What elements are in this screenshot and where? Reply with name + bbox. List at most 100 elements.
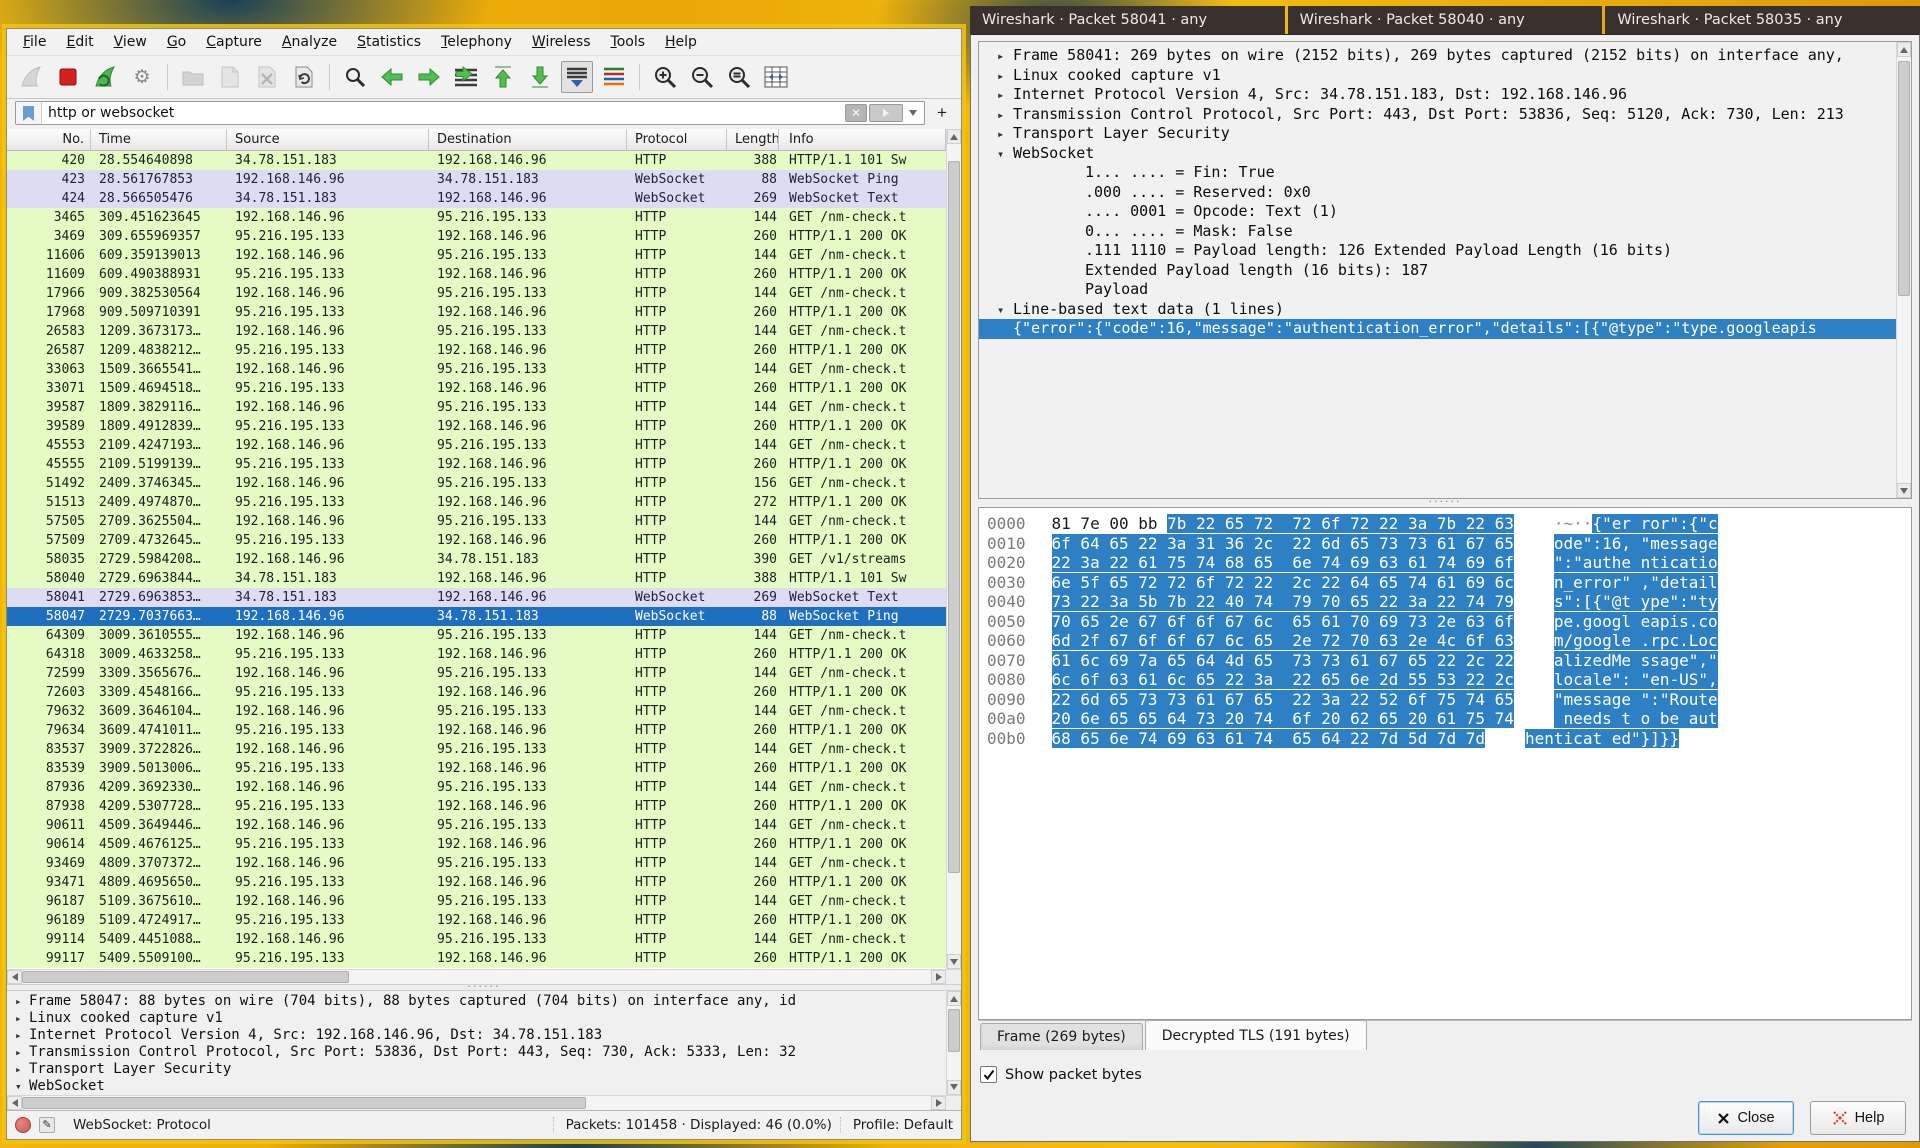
tree-row[interactable]: .000 .... = Reserved: 0x0 [979, 183, 1911, 203]
reload-file-button[interactable] [288, 61, 320, 93]
scroll-thumb[interactable] [948, 1009, 960, 1052]
filter-dropdown-button[interactable] [905, 104, 921, 122]
packet-row[interactable]: 33071 1509.4694518… 95.216.195.133 192.1… [7, 379, 946, 398]
hex-row[interactable]: 00b068 65 6e 74 69 63 61 74 65 64 22 7d … [987, 729, 1911, 749]
packet-row[interactable]: 87938 4209.5307728… 95.216.195.133 192.1… [7, 797, 946, 816]
detail-tree-hscrollbar[interactable] [7, 1095, 961, 1110]
packet-row[interactable]: 26587 1209.4838212… 95.216.195.133 192.1… [7, 341, 946, 360]
expand-arrow-icon[interactable]: ▸ [997, 86, 1013, 105]
hex-dump-pane[interactable]: 000081 7e 00 bb 7b 22 65 72 72 6f 72 22 … [978, 507, 1912, 1020]
scroll-thumb[interactable] [22, 1097, 586, 1109]
menu-item[interactable]: View [104, 30, 157, 54]
scroll-thumb[interactable] [22, 971, 349, 983]
column-header[interactable]: Length [727, 129, 779, 150]
packet-row[interactable]: 99114 5409.4451088… 192.168.146.96 95.21… [7, 930, 946, 949]
packet-row[interactable]: 11606 609.359139013 192.168.146.96 95.21… [7, 246, 946, 265]
tree-row[interactable]: ▸Transport Layer Security [7, 1061, 945, 1078]
tree-row[interactable]: .111 1110 = Payload length: 126 Extended… [979, 241, 1911, 261]
packet-row[interactable]: 58041 2729.6963853… 34.78.151.183 192.16… [7, 588, 946, 607]
column-header[interactable]: Destination [429, 129, 627, 150]
restart-capture-button[interactable] [89, 61, 121, 93]
tree-row[interactable]: ▸Transmission Control Protocol, Src Port… [979, 105, 1911, 125]
hex-row[interactable]: 00a020 6e 65 65 64 73 20 74 6f 20 62 65 … [987, 709, 1911, 729]
expand-arrow-icon[interactable]: ▸ [997, 47, 1013, 66]
first-packet-button[interactable] [487, 61, 519, 93]
packet-row[interactable]: 64318 3009.4633258… 95.216.195.133 192.1… [7, 645, 946, 664]
packet-row[interactable]: 72599 3309.3565676… 192.168.146.96 95.21… [7, 664, 946, 683]
menu-item[interactable]: Help [655, 30, 707, 54]
close-file-button[interactable] [251, 61, 283, 93]
filter-add-button[interactable]: + [931, 102, 953, 124]
hex-row[interactable]: 005070 65 2e 67 6f 6f 67 6c 65 61 70 69 … [987, 612, 1911, 632]
tree-row[interactable]: ▸Internet Protocol Version 4, Src: 192.1… [7, 1027, 945, 1044]
colorize-button[interactable] [598, 61, 630, 93]
pane-splitter[interactable]: ······ [7, 984, 961, 991]
detail-tree-vscrollbar[interactable] [946, 991, 961, 1095]
menu-item[interactable]: Edit [56, 30, 103, 54]
packet-row[interactable]: 51492 2409.3746345… 192.168.146.96 95.21… [7, 474, 946, 493]
tree-row[interactable]: ▾WebSocket [7, 1078, 945, 1095]
packet-row[interactable]: 83537 3909.3722826… 192.168.146.96 95.21… [7, 740, 946, 759]
dialog-tree-vscrollbar[interactable] [1896, 42, 1911, 498]
scroll-down-button[interactable] [947, 1080, 961, 1095]
column-header[interactable]: No. [7, 129, 91, 150]
column-header[interactable]: Info [779, 129, 946, 150]
expand-arrow-icon[interactable]: ▸ [15, 1027, 29, 1044]
packet-row[interactable]: 93471 4809.4695650… 95.216.195.133 192.1… [7, 873, 946, 892]
packet-row[interactable]: 64309 3009.3610555… 192.168.146.96 95.21… [7, 626, 946, 645]
packet-row[interactable]: 3469 309.655969357 95.216.195.133 192.16… [7, 227, 946, 246]
tree-row[interactable]: Payload [979, 280, 1911, 300]
expand-arrow-icon[interactable]: ▾ [997, 301, 1013, 320]
tree-row[interactable]: Extended Payload length (16 bits): 187 [979, 261, 1911, 281]
show-packet-bytes-checkbox[interactable] [980, 1066, 997, 1083]
goto-packet-button[interactable] [450, 61, 482, 93]
tree-row[interactable]: 0... .... = Mask: False [979, 222, 1911, 242]
packet-row[interactable]: 45555 2109.5199139… 95.216.195.133 192.1… [7, 455, 946, 474]
find-packet-button[interactable] [339, 61, 371, 93]
scroll-thumb[interactable] [1898, 61, 1910, 295]
save-file-button[interactable] [214, 61, 246, 93]
scroll-down-button[interactable] [947, 954, 961, 969]
dialog-title-bar[interactable]: Wireshark · Packet 58035 · any [1605, 6, 1920, 34]
scroll-thumb[interactable] [948, 161, 960, 874]
menu-item[interactable]: File [13, 30, 56, 54]
scroll-left-button[interactable] [7, 1096, 22, 1110]
scroll-right-button[interactable] [931, 970, 946, 984]
packet-row[interactable]: 83539 3909.5013006… 95.216.195.133 192.1… [7, 759, 946, 778]
next-packet-button[interactable] [413, 61, 445, 93]
expand-arrow-icon[interactable]: ▸ [997, 125, 1013, 144]
menu-item[interactable]: Capture [196, 30, 272, 54]
zoom-out-button[interactable] [686, 61, 718, 93]
hex-row[interactable]: 00306e 5f 65 72 72 6f 72 22 2c 22 64 65 … [987, 573, 1911, 593]
tree-row[interactable]: {"error":{"code":16,"message":"authentic… [979, 319, 1911, 339]
packet-row[interactable]: 420 28.554640898 34.78.151.183 192.168.1… [7, 151, 946, 170]
packet-row[interactable]: 58040 2729.6963844… 34.78.151.183 192.16… [7, 569, 946, 588]
expand-arrow-icon[interactable]: ▸ [15, 1010, 29, 1027]
zoom-reset-button[interactable] [723, 61, 755, 93]
packet-list-vscrollbar[interactable] [946, 129, 961, 969]
scroll-right-button[interactable] [931, 1096, 946, 1110]
expand-arrow-icon[interactable]: ▸ [15, 1061, 29, 1078]
help-button[interactable]: Help [1810, 1101, 1906, 1135]
dialog-title-bar[interactable]: Wireshark · Packet 58041 · any [970, 6, 1285, 34]
hex-row[interactable]: 007061 6c 69 7a 65 64 4d 65 73 73 61 67 … [987, 651, 1911, 671]
scroll-up-button[interactable] [1897, 42, 1911, 57]
packet-row[interactable]: 79632 3609.3646104… 192.168.146.96 95.21… [7, 702, 946, 721]
packet-row[interactable]: 57509 2709.4732645… 95.216.195.133 192.1… [7, 531, 946, 550]
auto-scroll-button[interactable] [561, 61, 593, 93]
expand-arrow-icon[interactable]: ▸ [997, 106, 1013, 125]
hex-row[interactable]: 002022 3a 22 61 75 74 68 65 6e 74 69 63 … [987, 553, 1911, 573]
filter-apply-button[interactable] [869, 104, 903, 122]
packet-row[interactable]: 39587 1809.3829116… 192.168.146.96 95.21… [7, 398, 946, 417]
packet-row[interactable]: 58047 2729.7037663… 192.168.146.96 34.78… [7, 607, 946, 626]
open-file-button[interactable] [177, 61, 209, 93]
packet-row[interactable]: 26583 1209.3673173… 192.168.146.96 95.21… [7, 322, 946, 341]
byte-view-tab[interactable]: Decrypted TLS (191 bytes) [1145, 1020, 1367, 1050]
menu-item[interactable]: Telephony [431, 30, 522, 54]
tree-row[interactable]: ▸Linux cooked capture v1 [979, 66, 1911, 86]
packet-row[interactable]: 72603 3309.4548166… 95.216.195.133 192.1… [7, 683, 946, 702]
expand-arrow-icon[interactable]: ▸ [15, 1044, 29, 1061]
scroll-up-button[interactable] [947, 991, 961, 1006]
dialog-title-bar[interactable]: Wireshark · Packet 58040 · any [1288, 6, 1603, 34]
scroll-left-button[interactable] [7, 970, 22, 984]
